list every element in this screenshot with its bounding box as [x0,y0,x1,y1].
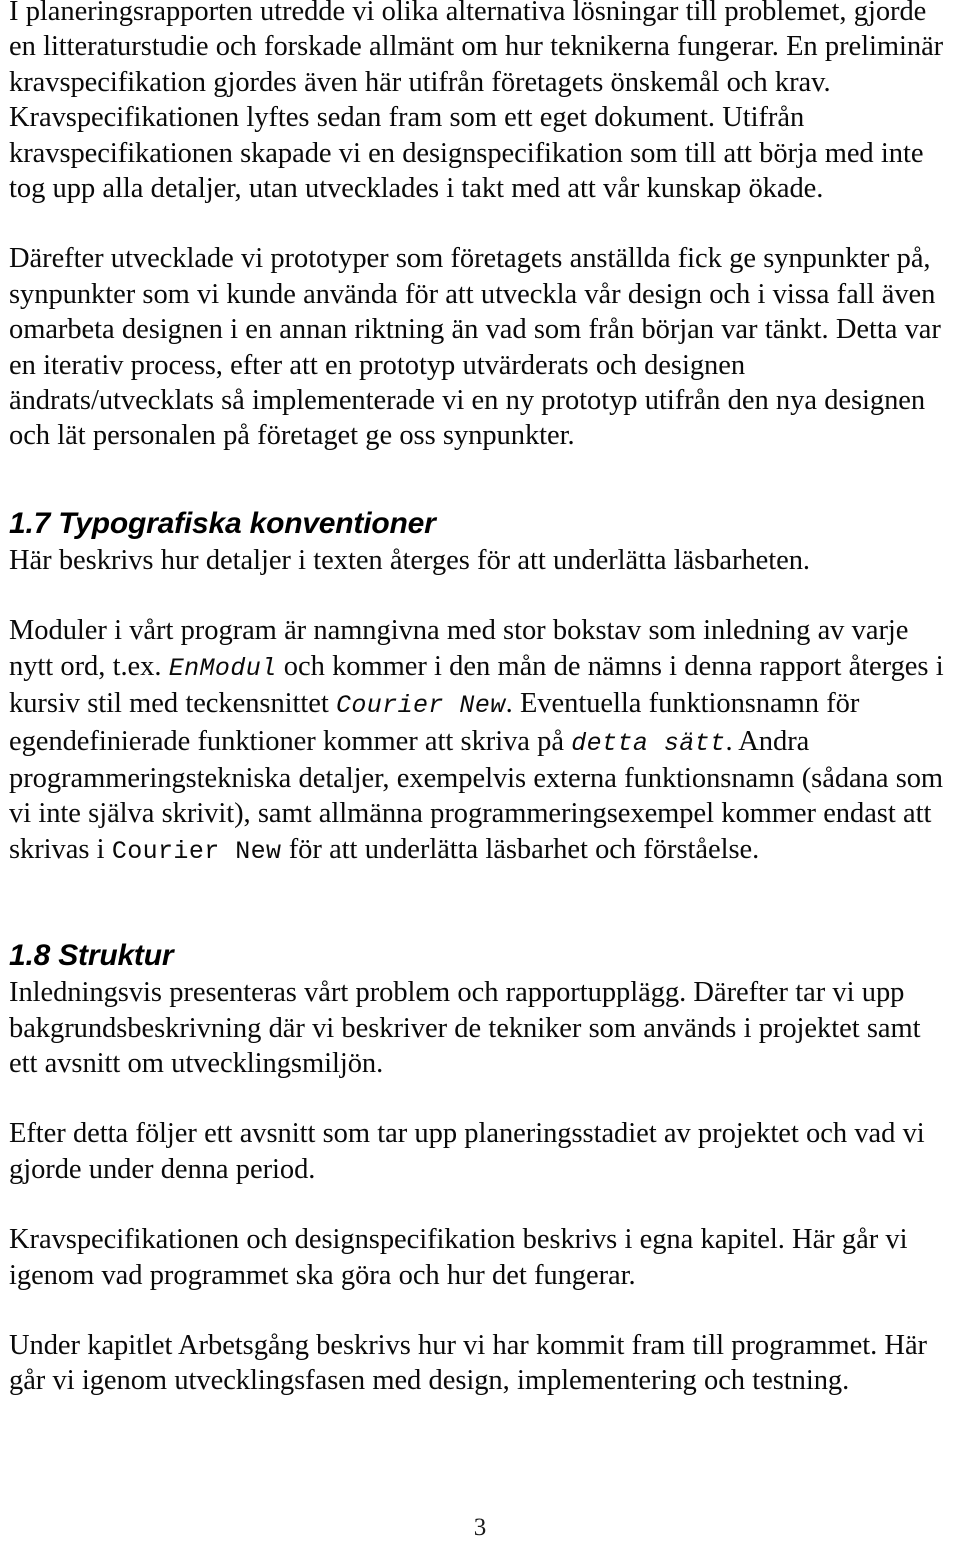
paragraph-planeringsstadiet: Efter detta följer ett avsnitt som tar u… [9,1118,925,1185]
code-enmodul: EnModul [168,653,277,683]
document-page: I planeringsrapporten utredde vi olika a… [0,0,960,1543]
code-courier-new-italic: Courier New [336,691,506,721]
paragraph-planeringsrapport: I planeringsrapporten utredde vi olika a… [9,0,944,205]
code-courier-new-upright: Courier New [111,836,282,866]
section-spacer-1 [9,489,948,507]
heading-1-8-struktur: 1.8 Struktur [9,939,174,973]
code-detta-satt: detta sätt [571,728,726,758]
page-number: 3 [473,1514,487,1541]
paragraph-prototyper: Därefter utvecklade vi prototyper som fö… [9,243,941,452]
paragraph-kravspecifikation-kapitel: Kravspecifikationen och designspecifikat… [9,1224,908,1291]
text-run-underlatta: för att underlätta läsbarhet och förståe… [281,833,760,865]
paragraph-typografi-detaljer: Moduler i vårt program är namngivna med … [9,613,948,869]
paragraph-arbetsgang: Under kapitlet Arbetsgång beskrivs hur v… [9,1329,927,1397]
page-content: I planeringsrapporten utredde vi olika a… [9,0,948,1434]
paragraph-inledningsvis: Inledningsvis presenteras vårt problem o… [9,977,921,1079]
heading-1-7-typografiska-konventioner: 1.7 Typografiska konventioner [9,506,436,540]
paragraph-lasbarhet-intro: Här beskrivs hur detaljer i texten återg… [9,544,810,576]
section-spacer-2 [9,904,948,939]
